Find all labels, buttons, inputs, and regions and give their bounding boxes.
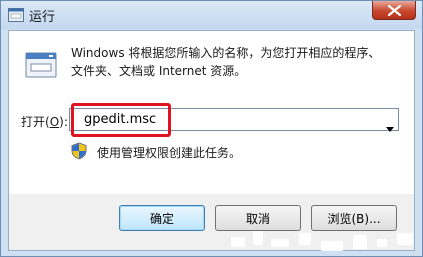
open-label: 打开(O): bbox=[21, 113, 68, 130]
open-label-accelerator: O bbox=[49, 115, 60, 129]
window-title: 运行 bbox=[29, 10, 56, 25]
ok-button[interactable]: 确定 bbox=[119, 205, 205, 231]
uac-shield-icon bbox=[71, 142, 87, 160]
run-icon-small bbox=[8, 7, 24, 22]
dialog-description: Windows 将根据您所输入的名称，为您打开相应的程序、 文件夹、文档或 In… bbox=[71, 44, 401, 80]
open-label-suffix: ): bbox=[59, 115, 68, 129]
description-line-2: 文件夹、文档或 Internet 资源。 bbox=[71, 64, 247, 78]
title-bar[interactable]: 运行 bbox=[1, 1, 422, 29]
run-dialog: 运行 Windows 将根据您所输入的名称，为您打开相应的程序、 文件夹、文档或… bbox=[0, 0, 423, 257]
open-label-prefix: 打开( bbox=[21, 115, 50, 129]
close-icon bbox=[388, 5, 401, 16]
admin-note: 使用管理权限创建此任务。 bbox=[97, 146, 242, 160]
highlight-box bbox=[71, 103, 171, 137]
run-program-icon bbox=[25, 50, 57, 82]
dropdown-arrow-icon[interactable] bbox=[386, 117, 394, 136]
dialog-content: Windows 将根据您所输入的名称，为您打开相应的程序、 文件夹、文档或 In… bbox=[8, 30, 415, 195]
description-line-1: Windows 将根据您所输入的名称，为您打开相应的程序、 bbox=[71, 46, 381, 60]
watermark-overlay bbox=[201, 227, 421, 257]
close-button[interactable] bbox=[372, 1, 416, 20]
